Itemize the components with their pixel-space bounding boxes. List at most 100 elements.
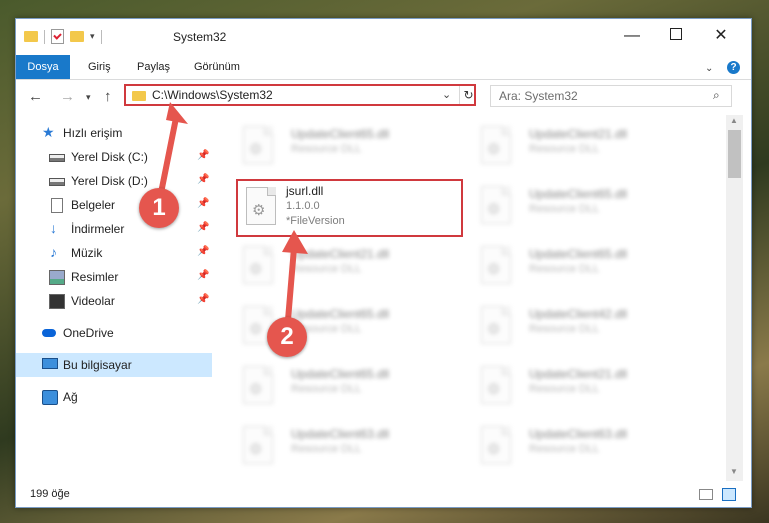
file-item[interactable]: ⚙ UpdateClient21.dll Resource DLL bbox=[231, 243, 461, 291]
customize-toolbar-chevron-icon[interactable]: ▾ bbox=[90, 31, 95, 42]
title-bar: ▾ System32 — ✕ bbox=[16, 19, 751, 53]
file-item[interactable]: ⚙ UpdateClient63.dll Resource DLL bbox=[469, 423, 699, 471]
dll-file-icon: ⚙ bbox=[481, 186, 511, 224]
new-folder-icon[interactable] bbox=[70, 31, 84, 42]
scroll-up-icon[interactable]: ▲ bbox=[730, 116, 738, 125]
quick-access-toolbar: ▾ bbox=[24, 29, 102, 44]
file-version: 1.1.0.0 bbox=[286, 200, 320, 212]
gear-icon: ⚙ bbox=[487, 321, 501, 338]
file-item[interactable]: ⚙ UpdateClient65.dll Resource DLL bbox=[231, 303, 461, 351]
file-item[interactable]: ⚙ UpdateClient63.dll Resource DLL bbox=[231, 423, 461, 471]
close-button[interactable]: ✕ bbox=[706, 25, 736, 47]
sidebar-item-label: Bu bilgisayar bbox=[63, 358, 132, 372]
file-item[interactable]: ⚙ UpdateClient21.dll Resource DLL bbox=[469, 363, 699, 411]
file-name: UpdateClient65.dll bbox=[291, 127, 390, 141]
recent-locations-chevron-icon[interactable]: ▾ bbox=[86, 92, 91, 103]
dll-file-icon: ⚙ bbox=[246, 187, 276, 225]
gear-icon: ⚙ bbox=[249, 381, 263, 398]
file-type: Resource DLL bbox=[529, 263, 600, 275]
toolbar-divider bbox=[44, 29, 45, 44]
tab-home[interactable]: Giriş bbox=[88, 55, 111, 79]
vertical-scrollbar[interactable]: ▲ ▼ bbox=[726, 115, 743, 481]
file-name: UpdateClient42.dll bbox=[529, 307, 628, 321]
scroll-down-icon[interactable]: ▼ bbox=[730, 467, 738, 476]
up-arrow-icon[interactable]: ↑ bbox=[104, 88, 112, 105]
gear-icon: ⚙ bbox=[487, 201, 501, 218]
refresh-icon[interactable]: ↻ bbox=[459, 86, 477, 104]
file-item[interactable]: ⚙ UpdateClient65.dll Resource DLL bbox=[231, 123, 461, 171]
pin-icon[interactable]: 📌 bbox=[197, 270, 209, 281]
file-item[interactable]: ⚙ UpdateClient65.dll Resource DLL bbox=[469, 243, 699, 291]
step-badge-2: 2 bbox=[267, 317, 307, 357]
sidebar-item-label: OneDrive bbox=[63, 326, 114, 340]
dll-file-icon: ⚙ bbox=[481, 366, 511, 404]
properties-icon[interactable] bbox=[51, 29, 64, 44]
forward-arrow-icon[interactable]: → bbox=[60, 88, 75, 105]
minimize-button[interactable]: — bbox=[617, 25, 647, 47]
file-type: Resource DLL bbox=[529, 323, 600, 335]
sidebar-item-downloads[interactable]: ↓ İndirmeler 📌 bbox=[16, 217, 212, 241]
file-name: UpdateClient65.dll bbox=[529, 187, 628, 201]
sidebar-item-this-pc[interactable]: Bu bilgisayar bbox=[16, 353, 212, 377]
gear-icon: ⚙ bbox=[487, 381, 501, 398]
file-name: UpdateClient65.dll bbox=[529, 247, 628, 261]
network-icon bbox=[42, 390, 58, 405]
file-name: UpdateClient63.dll bbox=[291, 427, 390, 441]
help-icon[interactable]: ? bbox=[727, 61, 740, 74]
sidebar-item-network[interactable]: Ağ bbox=[16, 385, 212, 409]
file-item[interactable]: ⚙ UpdateClient42.dll Resource DLL bbox=[469, 303, 699, 351]
address-history-chevron-icon[interactable]: ⌄ bbox=[442, 88, 451, 101]
scrollbar-thumb[interactable] bbox=[728, 130, 741, 178]
sidebar-item-label: Videolar bbox=[71, 294, 115, 308]
maximize-button[interactable] bbox=[661, 25, 691, 47]
large-icons-view-icon[interactable] bbox=[722, 488, 736, 501]
file-explorer-window: ▾ System32 — ✕ Dosya Giriş Paylaş Görünü… bbox=[15, 18, 752, 508]
gear-icon: ⚙ bbox=[249, 441, 263, 458]
pin-icon[interactable]: 📌 bbox=[197, 222, 209, 233]
file-type: Resource DLL bbox=[529, 443, 600, 455]
sidebar-item-music[interactable]: ♪ Müzik 📌 bbox=[16, 241, 212, 265]
search-box[interactable]: Ara: System32 ⌕ bbox=[490, 85, 732, 107]
sidebar-item-label: Yerel Disk (C:) bbox=[71, 150, 148, 164]
dll-file-icon: ⚙ bbox=[243, 366, 273, 404]
drive-icon bbox=[49, 154, 65, 162]
drive-icon bbox=[49, 178, 65, 186]
sidebar-item-videos[interactable]: Videolar 📌 bbox=[16, 289, 212, 313]
search-icon[interactable]: ⌕ bbox=[713, 88, 720, 103]
pictures-icon bbox=[49, 270, 65, 285]
step-badge-1: 1 bbox=[139, 188, 179, 228]
star-icon: ★ bbox=[42, 124, 55, 140]
file-type: Resource DLL bbox=[291, 143, 362, 155]
sidebar-item-label: Hızlı erişim bbox=[63, 126, 123, 140]
file-item[interactable]: ⚙ UpdateClient21.dll Resource DLL bbox=[469, 123, 699, 171]
gear-icon: ⚙ bbox=[252, 202, 266, 219]
sidebar-item-onedrive[interactable]: OneDrive bbox=[16, 321, 212, 345]
dll-file-icon: ⚙ bbox=[243, 246, 273, 284]
item-count: 199 öğe bbox=[30, 488, 70, 500]
file-item[interactable]: ⚙ UpdateClient65.dll Resource DLL bbox=[231, 363, 461, 411]
back-arrow-icon[interactable]: ← bbox=[28, 88, 43, 105]
file-item[interactable]: ⚙ UpdateClient65.dll Resource DLL bbox=[469, 183, 699, 231]
pin-icon[interactable]: 📌 bbox=[197, 246, 209, 257]
sidebar-item-pictures[interactable]: Resimler 📌 bbox=[16, 265, 212, 289]
sidebar-item-label: Resimler bbox=[71, 270, 119, 284]
file-name: UpdateClient65.dll bbox=[291, 367, 390, 381]
details-view-icon[interactable] bbox=[699, 489, 713, 500]
sidebar-item-label: Müzik bbox=[71, 246, 103, 260]
sidebar-item-label: Belgeler bbox=[71, 198, 116, 212]
file-type: Resource DLL bbox=[291, 383, 362, 395]
dll-file-icon: ⚙ bbox=[481, 426, 511, 464]
computer-icon bbox=[42, 358, 58, 369]
search-placeholder[interactable]: Ara: System32 bbox=[499, 89, 578, 103]
navigation-bar: ← → ▾ ↑ C:\Windows\System32 ⌄ ↻ Ara: Sys… bbox=[16, 81, 751, 113]
tab-share[interactable]: Paylaş bbox=[137, 55, 170, 79]
file-type: Resource DLL bbox=[529, 383, 600, 395]
dll-file-icon: ⚙ bbox=[243, 126, 273, 164]
pin-icon[interactable]: 📌 bbox=[197, 294, 209, 305]
expand-ribbon-chevron-icon[interactable]: ⌄ bbox=[705, 63, 713, 74]
sidebar-item-label: Yerel Disk (D:) bbox=[71, 174, 148, 188]
window-title: System32 bbox=[173, 30, 227, 44]
file-type: Resource DLL bbox=[291, 443, 362, 455]
tab-file[interactable]: Dosya bbox=[16, 55, 70, 79]
tab-view[interactable]: Görünüm bbox=[194, 55, 240, 79]
